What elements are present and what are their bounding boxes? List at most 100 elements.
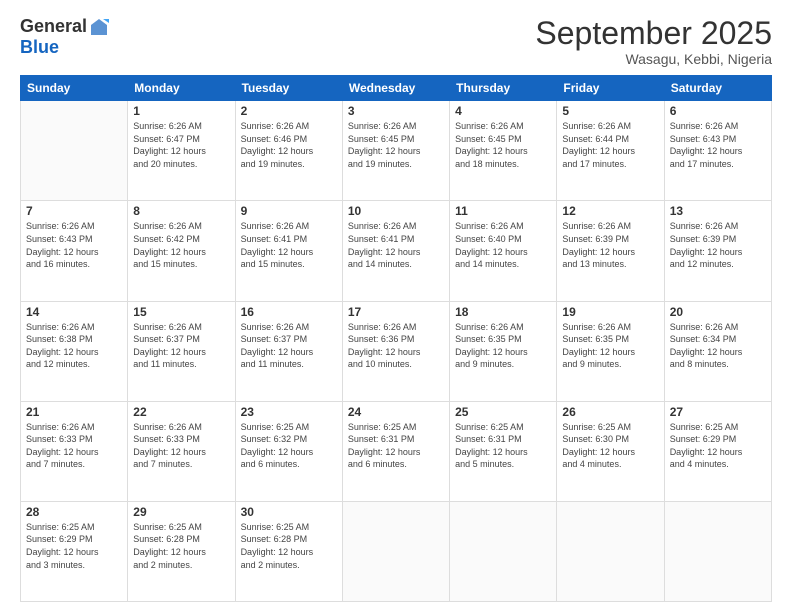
calendar-cell <box>21 101 128 201</box>
day-info: Sunrise: 6:25 AM Sunset: 6:29 PM Dayligh… <box>670 421 766 471</box>
day-info: Sunrise: 6:26 AM Sunset: 6:33 PM Dayligh… <box>26 421 122 471</box>
day-number: 6 <box>670 104 766 118</box>
calendar-cell: 8Sunrise: 6:26 AM Sunset: 6:42 PM Daylig… <box>128 201 235 301</box>
calendar-cell: 17 Sunrise: 6:26 AM Sunset: 6:36 PM Dayli… <box>342 301 449 401</box>
calendar-cell: 10 Sunrise: 6:26 AM Sunset: 6:41 PM Dayli… <box>342 201 449 301</box>
calendar-cell: 15Sunrise: 6:26 AM Sunset: 6:37 PM Dayli… <box>128 301 235 401</box>
calendar-cell: 4Sunrise: 6:26 AM Sunset: 6:45 PM Daylig… <box>450 101 557 201</box>
day-info: Sunrise: 6:26 AM Sunset: 6:36 PM Dayligh… <box>348 321 444 371</box>
day-info: Sunrise: 6:26 AM Sunset: 6:45 PM Dayligh… <box>455 120 551 170</box>
day-number: 10 <box>348 204 444 218</box>
logo-general: General <box>20 16 87 37</box>
day-info: Sunrise: 6:26 AM Sunset: 6:35 PM Dayligh… <box>455 321 551 371</box>
calendar-cell: 24Sunrise: 6:25 AM Sunset: 6:31 PM Dayli… <box>342 401 449 501</box>
day-number: 22 <box>133 405 229 419</box>
calendar-cell: 27 Sunrise: 6:25 AM Sunset: 6:29 PM Dayli… <box>664 401 771 501</box>
day-number: 26 <box>562 405 658 419</box>
day-number: 17 <box>348 305 444 319</box>
calendar-cell: 11Sunrise: 6:26 AM Sunset: 6:40 PM Dayli… <box>450 201 557 301</box>
calendar-cell: 14Sunrise: 6:26 AM Sunset: 6:38 PM Dayli… <box>21 301 128 401</box>
day-info: Sunrise: 6:26 AM Sunset: 6:44 PM Dayligh… <box>562 120 658 170</box>
day-number: 5 <box>562 104 658 118</box>
week-row-3: 14Sunrise: 6:26 AM Sunset: 6:38 PM Dayli… <box>21 301 772 401</box>
week-row-4: 21 Sunrise: 6:26 AM Sunset: 6:33 PM Dayli… <box>21 401 772 501</box>
title-section: September 2025 Wasagu, Kebbi, Nigeria <box>535 16 772 67</box>
month-title: September 2025 <box>535 16 772 51</box>
day-number: 12 <box>562 204 658 218</box>
day-info: Sunrise: 6:25 AM Sunset: 6:29 PM Dayligh… <box>26 521 122 571</box>
calendar-cell: 30Sunrise: 6:25 AM Sunset: 6:28 PM Dayli… <box>235 501 342 601</box>
weekday-header-tuesday: Tuesday <box>235 76 342 101</box>
calendar-cell: 6 Sunrise: 6:26 AM Sunset: 6:43 PM Daylig… <box>664 101 771 201</box>
calendar-cell: 18 Sunrise: 6:26 AM Sunset: 6:35 PM Dayli… <box>450 301 557 401</box>
day-number: 9 <box>241 204 337 218</box>
day-number: 19 <box>562 305 658 319</box>
logo-icon <box>89 17 109 37</box>
weekday-header-monday: Monday <box>128 76 235 101</box>
day-number: 21 <box>26 405 122 419</box>
day-number: 24 <box>348 405 444 419</box>
day-number: 2 <box>241 104 337 118</box>
day-number: 29 <box>133 505 229 519</box>
day-info: Sunrise: 6:26 AM Sunset: 6:47 PM Dayligh… <box>133 120 229 170</box>
day-info: Sunrise: 6:26 AM Sunset: 6:46 PM Dayligh… <box>241 120 337 170</box>
day-info: Sunrise: 6:25 AM Sunset: 6:28 PM Dayligh… <box>241 521 337 571</box>
day-info: Sunrise: 6:26 AM Sunset: 6:38 PM Dayligh… <box>26 321 122 371</box>
weekday-header-thursday: Thursday <box>450 76 557 101</box>
calendar-cell <box>342 501 449 601</box>
logo-blue-text: Blue <box>20 37 59 58</box>
calendar-cell: 12 Sunrise: 6:26 AM Sunset: 6:39 PM Dayli… <box>557 201 664 301</box>
day-info: Sunrise: 6:26 AM Sunset: 6:35 PM Dayligh… <box>562 321 658 371</box>
day-info: Sunrise: 6:26 AM Sunset: 6:42 PM Dayligh… <box>133 220 229 270</box>
day-info: Sunrise: 6:26 AM Sunset: 6:43 PM Dayligh… <box>670 120 766 170</box>
calendar-cell: 19 Sunrise: 6:26 AM Sunset: 6:35 PM Dayli… <box>557 301 664 401</box>
day-number: 7 <box>26 204 122 218</box>
day-info: Sunrise: 6:26 AM Sunset: 6:39 PM Dayligh… <box>562 220 658 270</box>
weekday-header-sunday: Sunday <box>21 76 128 101</box>
day-info: Sunrise: 6:26 AM Sunset: 6:41 PM Dayligh… <box>348 220 444 270</box>
header: General Blue September 2025 Wasagu, Kebb… <box>20 16 772 67</box>
calendar-cell: 29 Sunrise: 6:25 AM Sunset: 6:28 PM Dayli… <box>128 501 235 601</box>
day-info: Sunrise: 6:25 AM Sunset: 6:32 PM Dayligh… <box>241 421 337 471</box>
page: General Blue September 2025 Wasagu, Kebb… <box>0 0 792 612</box>
calendar-cell: 21 Sunrise: 6:26 AM Sunset: 6:33 PM Dayli… <box>21 401 128 501</box>
day-info: Sunrise: 6:26 AM Sunset: 6:43 PM Dayligh… <box>26 220 122 270</box>
day-number: 27 <box>670 405 766 419</box>
day-info: Sunrise: 6:25 AM Sunset: 6:30 PM Dayligh… <box>562 421 658 471</box>
calendar-cell: 1Sunrise: 6:26 AM Sunset: 6:47 PM Daylig… <box>128 101 235 201</box>
calendar-cell: 22 Sunrise: 6:26 AM Sunset: 6:33 PM Dayli… <box>128 401 235 501</box>
calendar-cell: 9 Sunrise: 6:26 AM Sunset: 6:41 PM Daylig… <box>235 201 342 301</box>
day-number: 13 <box>670 204 766 218</box>
calendar-cell <box>450 501 557 601</box>
logo: General Blue <box>20 16 109 58</box>
day-number: 16 <box>241 305 337 319</box>
calendar-cell: 26 Sunrise: 6:25 AM Sunset: 6:30 PM Dayli… <box>557 401 664 501</box>
day-number: 11 <box>455 204 551 218</box>
day-info: Sunrise: 6:26 AM Sunset: 6:37 PM Dayligh… <box>133 321 229 371</box>
calendar-cell: 25Sunrise: 6:25 AM Sunset: 6:31 PM Dayli… <box>450 401 557 501</box>
weekday-header-friday: Friday <box>557 76 664 101</box>
calendar-cell: 13 Sunrise: 6:26 AM Sunset: 6:39 PM Dayli… <box>664 201 771 301</box>
calendar-cell <box>664 501 771 601</box>
day-info: Sunrise: 6:26 AM Sunset: 6:41 PM Dayligh… <box>241 220 337 270</box>
day-info: Sunrise: 6:26 AM Sunset: 6:34 PM Dayligh… <box>670 321 766 371</box>
week-row-2: 7 Sunrise: 6:26 AM Sunset: 6:43 PM Daylig… <box>21 201 772 301</box>
calendar-cell: 23Sunrise: 6:25 AM Sunset: 6:32 PM Dayli… <box>235 401 342 501</box>
calendar-table: SundayMondayTuesdayWednesdayThursdayFrid… <box>20 75 772 602</box>
day-number: 3 <box>348 104 444 118</box>
calendar-cell: 7 Sunrise: 6:26 AM Sunset: 6:43 PM Daylig… <box>21 201 128 301</box>
day-info: Sunrise: 6:26 AM Sunset: 6:33 PM Dayligh… <box>133 421 229 471</box>
day-info: Sunrise: 6:26 AM Sunset: 6:39 PM Dayligh… <box>670 220 766 270</box>
day-info: Sunrise: 6:26 AM Sunset: 6:37 PM Dayligh… <box>241 321 337 371</box>
day-number: 28 <box>26 505 122 519</box>
calendar-cell: 3Sunrise: 6:26 AM Sunset: 6:45 PM Daylig… <box>342 101 449 201</box>
day-number: 20 <box>670 305 766 319</box>
calendar-cell: 16 Sunrise: 6:26 AM Sunset: 6:37 PM Dayli… <box>235 301 342 401</box>
week-row-1: 1Sunrise: 6:26 AM Sunset: 6:47 PM Daylig… <box>21 101 772 201</box>
day-number: 18 <box>455 305 551 319</box>
calendar-cell: 5 Sunrise: 6:26 AM Sunset: 6:44 PM Daylig… <box>557 101 664 201</box>
week-row-5: 28 Sunrise: 6:25 AM Sunset: 6:29 PM Dayli… <box>21 501 772 601</box>
calendar-cell: 2 Sunrise: 6:26 AM Sunset: 6:46 PM Daylig… <box>235 101 342 201</box>
day-info: Sunrise: 6:25 AM Sunset: 6:28 PM Dayligh… <box>133 521 229 571</box>
weekday-header-saturday: Saturday <box>664 76 771 101</box>
